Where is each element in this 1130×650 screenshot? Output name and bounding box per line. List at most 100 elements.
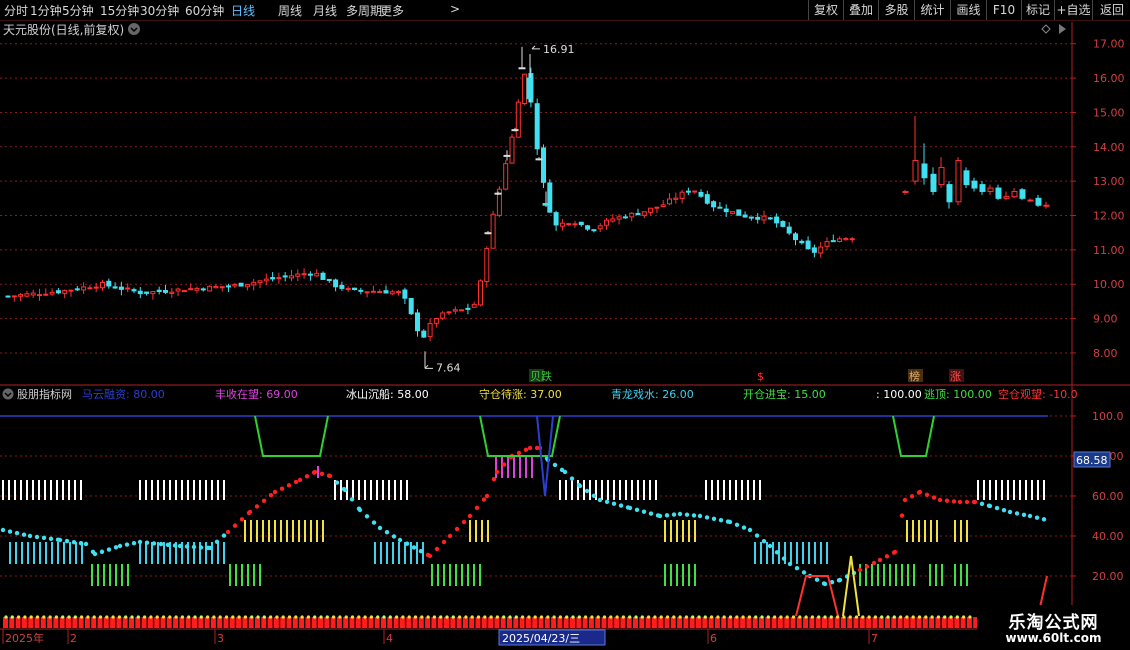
bottom-bar <box>494 617 500 628</box>
bottom-dot <box>873 615 878 619</box>
bottom-dot <box>602 615 607 619</box>
candle-body <box>301 273 307 276</box>
bottom-bar <box>777 617 783 628</box>
current-value-label: 68.58 <box>1076 454 1108 467</box>
oscillator-dot <box>434 546 440 552</box>
bottom-dot <box>67 615 71 619</box>
bottom-bar <box>292 617 298 628</box>
oscillator-dot <box>117 543 123 549</box>
bottom-bar <box>935 617 941 628</box>
bottom-dot <box>640 615 644 619</box>
oscillator-dot <box>951 499 957 504</box>
diamond-icon <box>1041 24 1051 34</box>
candle-body <box>660 204 666 208</box>
oscillator-dot <box>261 498 267 503</box>
oscillator-dot <box>71 539 77 545</box>
bottom-bar <box>286 617 292 628</box>
price-tick-label: 13.00 <box>1093 175 1125 188</box>
candle-body <box>780 221 786 227</box>
price-panel-title: 天元股份(日线,前复权) <box>3 22 124 37</box>
bottom-dot <box>955 615 959 619</box>
oscillator-dot <box>787 561 793 567</box>
bottom-bar <box>588 617 594 628</box>
bottom-dot <box>483 615 487 619</box>
indicator-legend-8: 空仓观望: -10.0 <box>998 387 1078 401</box>
bottom-dot <box>854 615 859 619</box>
bottom-bar <box>822 617 827 628</box>
candle-body <box>87 287 93 290</box>
bottom-dot <box>187 615 191 619</box>
oscillator-dot <box>57 537 63 543</box>
oscillator-dot <box>334 480 340 485</box>
bottom-bar <box>582 617 588 628</box>
oscillator-dot <box>664 513 670 518</box>
bottom-dot <box>294 615 298 619</box>
indicator-dropdown-circle <box>2 388 14 400</box>
bottom-dot <box>124 615 128 619</box>
bottom-bar <box>192 617 197 628</box>
bottom-dot <box>451 615 455 619</box>
bottom-bar <box>223 617 229 628</box>
bottom-dot <box>558 615 563 619</box>
candle-body <box>692 190 698 193</box>
candle-body <box>194 287 200 291</box>
bottom-dot <box>432 615 436 619</box>
candle-body <box>295 273 301 277</box>
candle-body <box>490 213 496 249</box>
candle-body <box>566 223 572 226</box>
candle-body <box>526 77 534 100</box>
candle-body <box>11 295 17 298</box>
candle-body <box>1043 204 1050 207</box>
oscillator-dot <box>781 556 787 561</box>
bottom-dot <box>810 615 815 619</box>
bottom-bar <box>21 617 27 628</box>
bottom-bar <box>324 617 330 628</box>
candle-body <box>484 232 492 235</box>
candle-body <box>547 182 553 213</box>
bottom-bar <box>595 617 601 628</box>
yellow-bars-4 <box>954 520 968 542</box>
bottom-dot <box>117 615 121 619</box>
bottom-bar <box>135 617 141 628</box>
bottom-bar <box>15 617 21 628</box>
oscillator-dot <box>937 497 943 503</box>
candle-body <box>902 190 909 193</box>
oscillator-dot <box>641 509 647 514</box>
bottom-bar <box>110 617 116 628</box>
bottom-dot <box>300 615 304 619</box>
bottom-dot <box>842 615 846 619</box>
bottom-bar <box>116 617 122 628</box>
bottom-bar <box>929 617 935 628</box>
escape-top-cup-0 <box>254 415 329 457</box>
candle-body <box>131 289 137 292</box>
white-bars-0 <box>2 480 82 500</box>
bottom-bar <box>488 617 494 628</box>
indicator-tick-label: 60.00 <box>1092 490 1124 503</box>
oscillator-dot <box>364 514 370 519</box>
oscillator-dot <box>1021 512 1027 517</box>
bottom-dot <box>577 615 581 619</box>
candle-body <box>515 101 521 138</box>
oscillator-dot <box>106 547 112 552</box>
oscillator-dot <box>987 503 993 509</box>
candle-body <box>1011 190 1018 198</box>
candle-body <box>30 292 36 296</box>
bottom-dot <box>426 615 430 619</box>
oscillator-dot <box>41 535 47 541</box>
candle-body <box>673 197 679 200</box>
bottom-bar <box>891 617 897 628</box>
bottom-dot <box>98 615 103 619</box>
bottom-dot <box>539 615 544 619</box>
yellow-bars-0 <box>244 520 324 542</box>
bottom-dot <box>710 615 714 619</box>
candle-body <box>597 225 603 230</box>
candle-body <box>946 184 953 203</box>
bottom-dot <box>514 615 518 619</box>
candle-body <box>591 229 597 232</box>
oscillator-dot <box>461 519 467 525</box>
candle-body <box>471 303 477 308</box>
candle-body <box>912 160 919 182</box>
candle-body <box>112 286 118 289</box>
oscillator-dot <box>577 483 583 489</box>
bottom-dot <box>395 615 399 619</box>
